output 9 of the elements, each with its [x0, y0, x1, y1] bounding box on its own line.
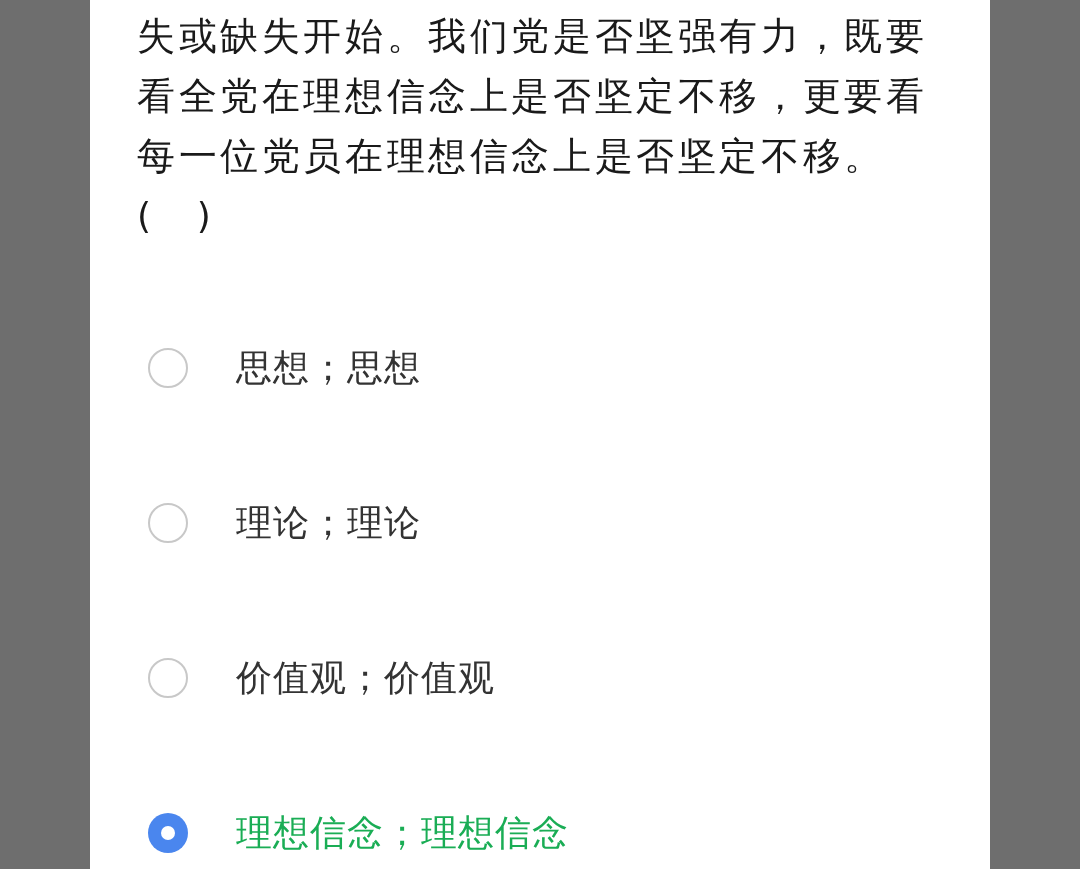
radio-button[interactable] — [148, 813, 188, 853]
radio-button[interactable] — [148, 503, 188, 543]
answer-blank: ( ) — [137, 194, 211, 238]
question-text: 失或缺失开始。我们党是否坚强有力，既要看全党在理想信念上是否坚定不移，更要看每一位党员在理想信念上是否坚定不移。 — [137, 13, 929, 180]
radio-button[interactable] — [148, 658, 188, 698]
option-label[interactable]: 思想；思想 — [236, 343, 421, 393]
radio-button[interactable] — [148, 348, 188, 388]
option-label[interactable]: 理论；理论 — [236, 498, 421, 548]
option-label[interactable]: 价值观；价值观 — [236, 653, 495, 703]
